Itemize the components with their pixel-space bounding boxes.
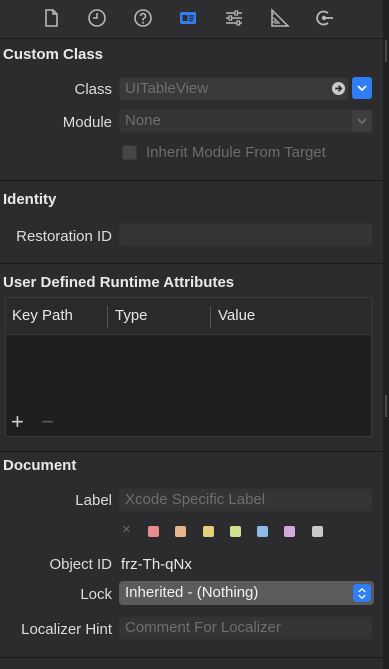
identity-inspector-panel: Custom Class Class UITableView Module No… <box>0 0 383 669</box>
label-color-orange-swatch[interactable] <box>175 526 186 537</box>
edge-notch <box>385 40 387 62</box>
inherit-module-checkbox[interactable] <box>122 145 137 160</box>
attributes-inspector-icon[interactable] <box>223 7 245 29</box>
object-id-value: frz-Th-qNx <box>121 556 192 573</box>
custom-class-section-title: Custom Class <box>3 46 104 63</box>
lock-select[interactable]: Inherited - (Nothing) <box>119 581 374 605</box>
localizer-hint-placeholder: Comment For Localizer <box>125 619 281 636</box>
class-dropdown-button[interactable] <box>352 77 372 99</box>
go-to-class-icon[interactable] <box>328 78 348 99</box>
class-field[interactable]: UITableView <box>119 77 349 101</box>
edge-notch <box>385 395 387 417</box>
connections-inspector-icon[interactable] <box>313 7 335 29</box>
runtime-attributes-table[interactable]: Key Path Type Value + − <box>5 297 372 437</box>
label-color-blue-swatch[interactable] <box>257 526 268 537</box>
document-section-title: Document <box>3 457 77 474</box>
column-header-key-path[interactable]: Key Path <box>12 307 73 324</box>
clear-color-label-icon[interactable]: × <box>122 522 131 538</box>
lock-value: Inherited - (Nothing) <box>125 584 259 601</box>
column-separator <box>210 306 211 328</box>
file-inspector-icon[interactable] <box>40 7 62 29</box>
table-header: Key Path Type Value <box>6 298 371 335</box>
identity-section-title: Identity <box>3 191 57 208</box>
up-down-chevron-icon <box>353 584 371 602</box>
document-label-field[interactable]: Xcode Specific Label <box>119 488 373 512</box>
inspector-toolbar <box>0 0 383 39</box>
chevron-down-icon <box>357 118 367 125</box>
section-divider <box>0 451 383 452</box>
column-separator <box>107 306 108 328</box>
label-color-gray-swatch[interactable] <box>312 526 323 537</box>
restoration-id-label: Restoration ID <box>16 228 112 245</box>
column-header-value[interactable]: Value <box>218 307 255 324</box>
quick-help-icon[interactable] <box>132 7 154 29</box>
restoration-id-field[interactable] <box>119 223 373 247</box>
section-divider <box>0 263 383 264</box>
module-value: None <box>125 112 161 129</box>
lock-label: Lock <box>80 586 112 603</box>
section-divider <box>0 180 383 181</box>
label-color-green-swatch[interactable] <box>230 526 241 537</box>
localizer-hint-field[interactable]: Comment For Localizer <box>119 616 373 640</box>
label-color-purple-swatch[interactable] <box>284 526 295 537</box>
history-inspector-icon[interactable] <box>86 7 108 29</box>
module-label: Module <box>62 114 112 131</box>
inherit-module-label: Inherit Module From Target <box>146 144 326 161</box>
class-label: Class <box>74 81 112 98</box>
chevron-down-icon <box>357 85 367 92</box>
remove-attribute-button[interactable]: − <box>41 411 54 433</box>
object-id-label: Object ID <box>49 556 112 573</box>
localizer-hint-label: Localizer Hint <box>21 621 112 638</box>
size-inspector-icon[interactable] <box>268 7 290 29</box>
module-dropdown-button[interactable] <box>352 110 372 132</box>
panel-right-edge <box>383 0 389 669</box>
document-label-label: Label <box>75 492 112 509</box>
identity-inspector-icon[interactable] <box>177 7 199 29</box>
label-color-red-swatch[interactable] <box>148 526 159 537</box>
section-divider <box>0 657 383 658</box>
document-label-placeholder: Xcode Specific Label <box>125 491 266 508</box>
column-header-type[interactable]: Type <box>115 307 148 324</box>
module-field[interactable]: None <box>119 109 373 133</box>
runtime-attributes-section-title: User Defined Runtime Attributes <box>3 274 235 291</box>
add-attribute-button[interactable]: + <box>11 411 24 433</box>
class-value: UITableView <box>125 80 209 97</box>
label-color-yellow-swatch[interactable] <box>203 526 214 537</box>
